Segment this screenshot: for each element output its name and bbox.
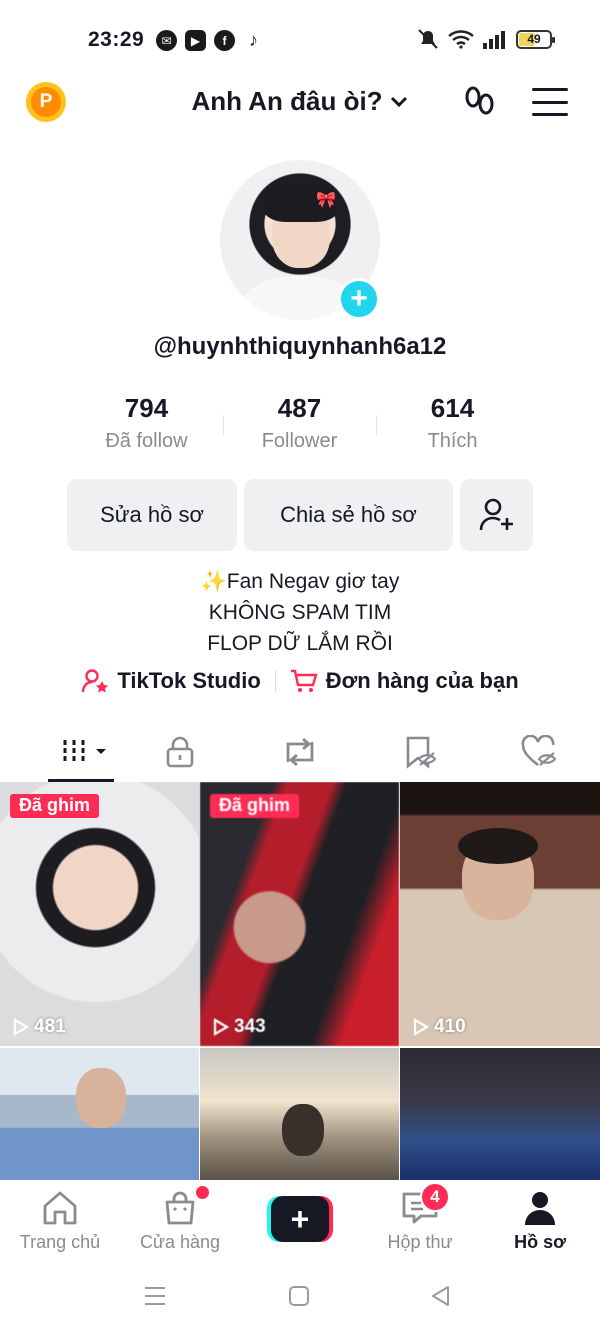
tab-reposts[interactable] xyxy=(240,722,360,782)
profile-bio: ✨Fan Negav giơ tay KHÔNG SPAM TIM FLOP D… xyxy=(0,566,600,659)
plus-icon: + xyxy=(271,1196,329,1242)
video-grid: Đã ghim 481 Đã ghim 343 410 xyxy=(0,782,600,1180)
add-avatar-button[interactable]: + xyxy=(338,278,380,320)
status-time: 23:29 xyxy=(88,28,145,51)
followers-label: Follower xyxy=(261,430,338,452)
account-switcher[interactable]: Anh An đâu òi? xyxy=(0,86,600,117)
video-thumbnail[interactable]: Đã ghim 343 xyxy=(200,782,399,1046)
view-count-value: 410 xyxy=(434,1016,466,1037)
home-button-icon[interactable] xyxy=(288,1285,310,1307)
view-count: 410 xyxy=(412,1016,466,1038)
play-icon xyxy=(13,1018,30,1036)
battery-level: 49 xyxy=(527,32,541,46)
app-notification-icon: ▶ xyxy=(185,30,206,51)
nav-home-label: Trang chủ xyxy=(19,1232,101,1252)
menu-icon[interactable] xyxy=(532,88,568,116)
notification-icons: ✉ ▶ f ♪ xyxy=(156,30,264,51)
recent-apps-icon[interactable] xyxy=(144,1285,166,1307)
tiktok-studio-link[interactable]: TikTok Studio xyxy=(81,668,261,694)
studio-icon xyxy=(82,669,109,693)
tiktok-studio-label: TikTok Studio xyxy=(117,668,261,693)
profile-icon xyxy=(525,1192,555,1225)
profile-links: TikTok Studio Đơn hàng của bạn xyxy=(0,668,600,694)
tab-videos[interactable] xyxy=(0,722,120,782)
messenger-icon: ✉ xyxy=(156,30,177,51)
nav-shop-label: Cửa hàng xyxy=(139,1232,221,1252)
bio-line: KHÔNG SPAM TIM xyxy=(208,601,392,624)
signal-icon xyxy=(483,31,505,49)
battery-indicator: 49 xyxy=(516,29,555,49)
pinned-badge: Đã ghim xyxy=(10,794,100,818)
nav-profile-label: Hồ sơ xyxy=(514,1232,566,1252)
lock-icon xyxy=(166,736,194,768)
mute-icon xyxy=(418,29,438,49)
video-thumbnail[interactable] xyxy=(0,1048,199,1180)
followers-stat[interactable]: 487 Follower xyxy=(223,393,376,453)
nav-inbox[interactable]: 4 Hộp thư xyxy=(360,1180,480,1260)
nav-shop[interactable]: Cửa hàng xyxy=(120,1180,240,1260)
bio-line: ✨Fan Negav giơ tay xyxy=(200,570,400,593)
bottom-navigation: Trang chủ Cửa hàng + 4 Hộp thư Hồ sơ xyxy=(0,1180,600,1260)
view-count: 481 xyxy=(12,1016,66,1038)
video-thumbnail[interactable] xyxy=(200,1048,399,1180)
create-button[interactable]: + xyxy=(267,1196,333,1242)
repost-icon xyxy=(286,737,314,767)
likes-stat[interactable]: 614 Thích xyxy=(376,393,529,453)
following-label: Đã follow xyxy=(105,430,188,452)
view-count-value: 343 xyxy=(234,1016,266,1037)
bow-decoration: 🎀 xyxy=(316,192,336,209)
add-user-icon xyxy=(479,498,513,531)
tab-liked[interactable] xyxy=(480,722,600,782)
nav-create[interactable]: + xyxy=(240,1180,360,1260)
share-profile-button[interactable]: Chia sẻ hồ sơ xyxy=(244,479,453,551)
bookmark-icon xyxy=(406,736,437,769)
bio-line: FLOP DỮ LẮM RỒI xyxy=(207,632,393,655)
footprint-icon[interactable] xyxy=(462,84,498,120)
video-thumbnail[interactable] xyxy=(400,1048,600,1180)
nav-profile[interactable]: Hồ sơ xyxy=(480,1180,600,1260)
likes-label: Thích xyxy=(427,430,478,452)
orders-link[interactable]: Đơn hàng của bạn xyxy=(290,668,519,694)
followers-count: 487 xyxy=(277,393,322,423)
cart-icon xyxy=(290,669,318,692)
system-status: 49 xyxy=(416,28,555,50)
video-thumbnail[interactable]: 410 xyxy=(400,782,600,1046)
pinned-badge: Đã ghim xyxy=(210,794,300,818)
facebook-icon: f xyxy=(214,30,235,51)
account-name: Anh An đâu òi? xyxy=(191,86,383,116)
nav-home[interactable]: Trang chủ xyxy=(0,1180,120,1260)
chevron-down-icon xyxy=(390,96,407,107)
add-friend-button[interactable] xyxy=(460,479,533,551)
wifi-icon xyxy=(448,30,474,49)
play-icon xyxy=(213,1018,230,1036)
edit-profile-button[interactable]: Sửa hồ sơ xyxy=(67,479,237,551)
status-bar: 23:29 ✉ ▶ f ♪ 49 xyxy=(0,0,600,80)
orders-label: Đơn hàng của bạn xyxy=(325,668,519,693)
video-thumbnail[interactable]: Đã ghim 481 xyxy=(0,782,199,1046)
grid-icon xyxy=(63,740,106,764)
profile-stats: 794 Đã follow 487 Follower 614 Thích xyxy=(70,393,530,453)
shop-notification-dot xyxy=(196,1186,209,1199)
content-tabs xyxy=(0,722,600,782)
tiktok-icon: ♪ xyxy=(249,30,258,50)
play-icon xyxy=(413,1018,430,1036)
view-count-value: 481 xyxy=(34,1016,66,1037)
home-icon xyxy=(43,1191,77,1225)
nav-inbox-label: Hộp thư xyxy=(387,1232,453,1252)
view-count: 343 xyxy=(212,1016,266,1038)
back-icon[interactable] xyxy=(430,1285,452,1307)
shopping-bag-icon xyxy=(165,1191,195,1225)
inbox-badge: 4 xyxy=(420,1182,450,1212)
tab-favorites[interactable] xyxy=(360,722,480,782)
heart-icon xyxy=(521,735,557,767)
username: @huynhthiquynhanh6a12 xyxy=(153,333,447,360)
likes-count: 614 xyxy=(430,393,475,423)
following-count: 794 xyxy=(124,393,169,423)
following-stat[interactable]: 794 Đã follow xyxy=(70,393,223,453)
profile-header: P Anh An đâu òi? xyxy=(0,78,600,128)
tab-private[interactable] xyxy=(120,722,240,782)
divider xyxy=(274,670,276,692)
system-navigation xyxy=(0,1275,600,1315)
